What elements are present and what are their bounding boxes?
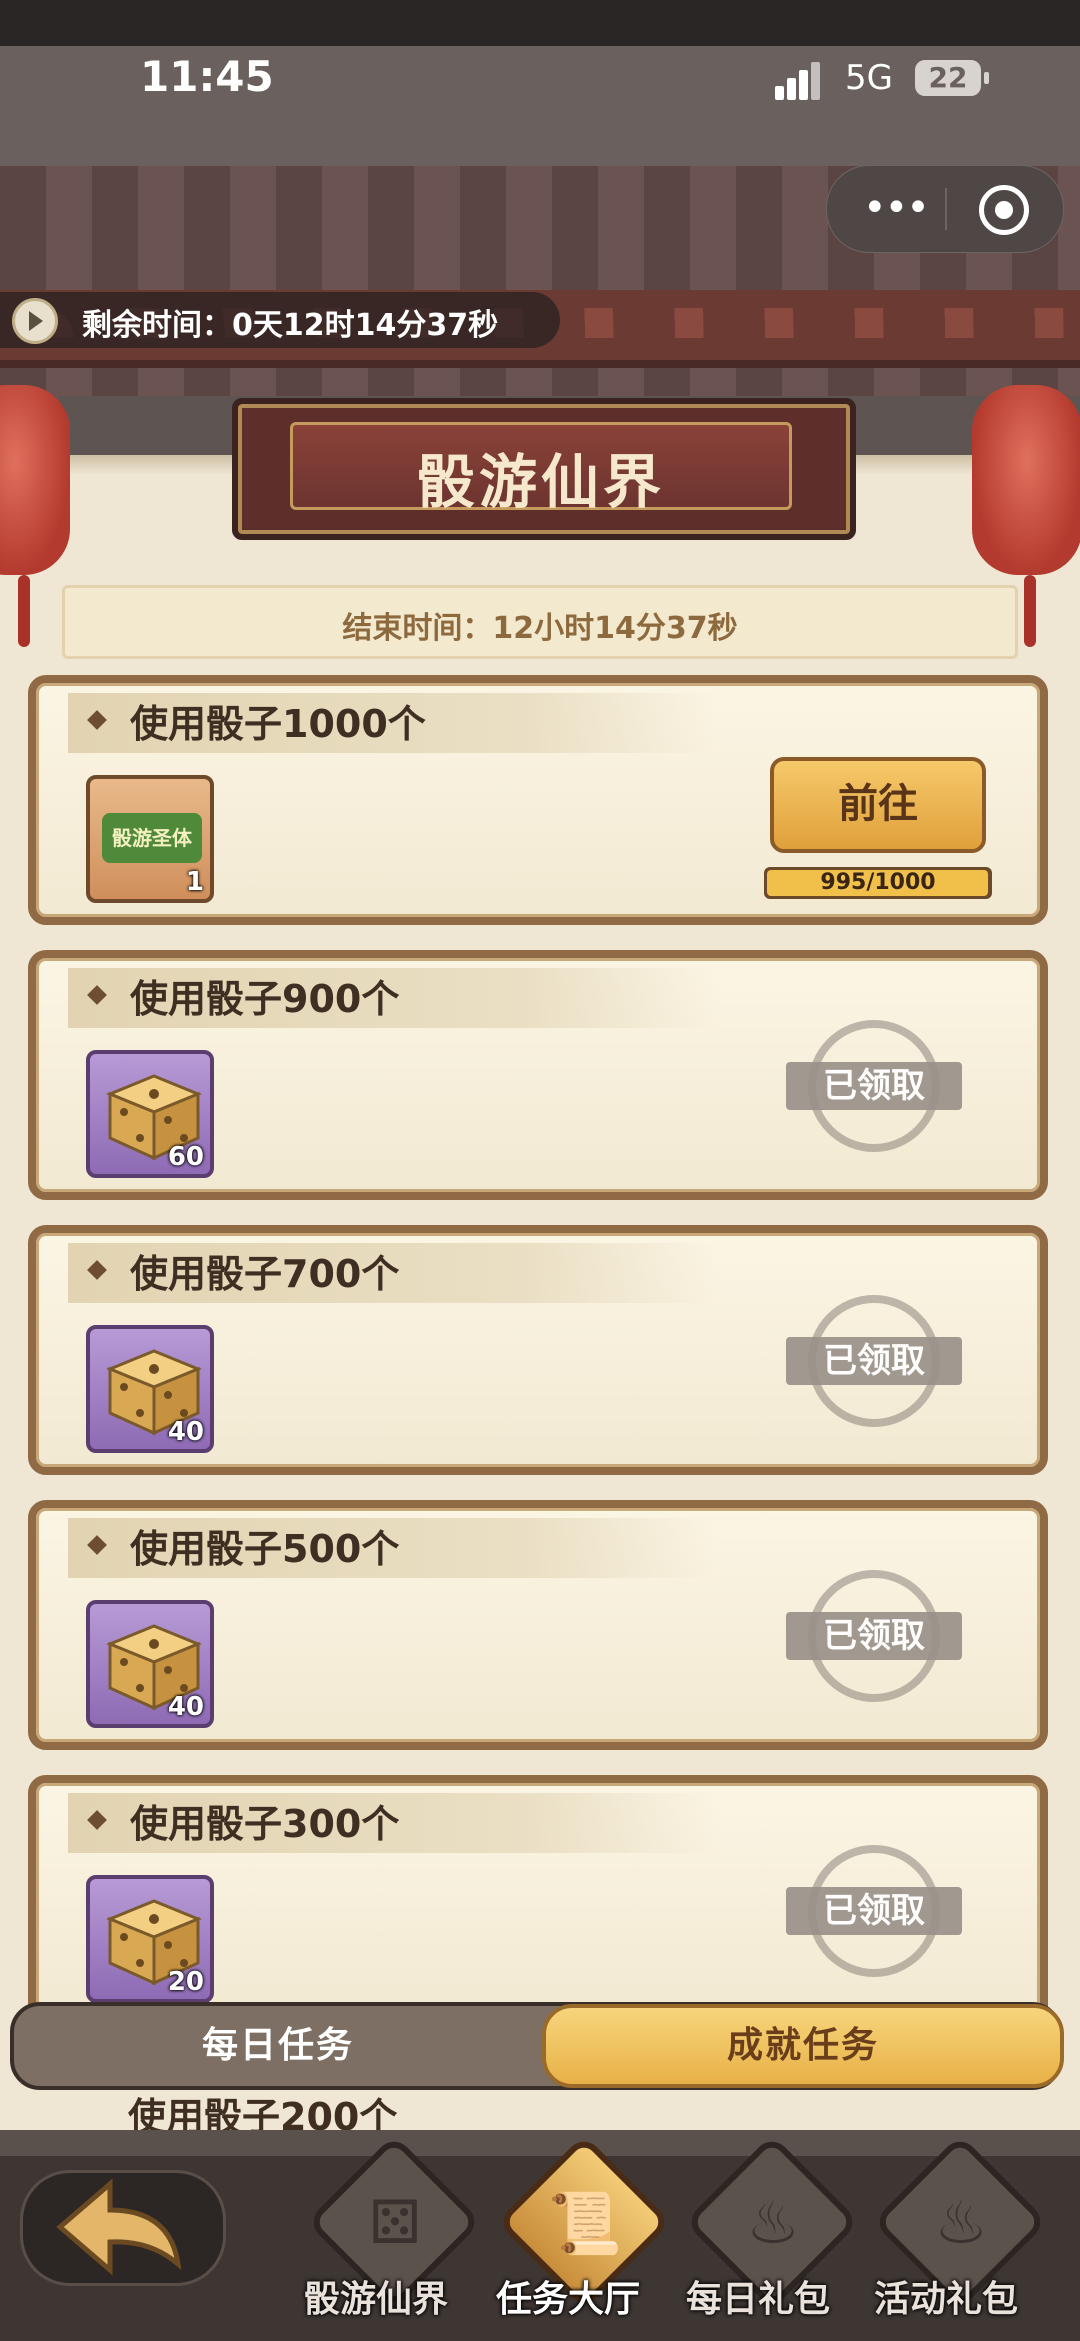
capsule-divider (945, 188, 947, 230)
reward-item[interactable]: 40 (86, 1600, 214, 1728)
reward-item[interactable]: 20 (86, 1875, 214, 2003)
status-time: 11:45 (140, 52, 274, 101)
lantern-left-icon (0, 385, 70, 647)
task-card: 使用骰子700个 40 已领取 (28, 1225, 1048, 1475)
task-name: 使用骰子1000个 (130, 702, 426, 746)
reward-quantity: 40 (167, 1417, 204, 1447)
claimed-label: 已领取 (786, 1887, 962, 1935)
task-card: 使用骰子500个 40 已领取 (28, 1500, 1048, 1750)
task-card: 使用骰子900个 60 已领取 (28, 950, 1048, 1200)
signal-icon (775, 62, 833, 100)
claimed-label: 已领取 (786, 1612, 962, 1660)
reward-item[interactable]: 骰游圣体 1 (86, 775, 214, 903)
lantern-right-icon (972, 385, 1080, 647)
nav-label-event-gift: 活动礼包 (874, 2279, 1019, 2320)
close-miniprogram-icon[interactable] (979, 185, 1029, 235)
dice-nav-icon: ⚄ (368, 2188, 422, 2258)
task-card: 使用骰子300个 20 已领取 (28, 1775, 1048, 2025)
play-clock-icon (12, 298, 58, 344)
progress-text: 995/1000 (820, 870, 936, 895)
task-card: 使用骰子1000个 骰游圣体 1 前往 995/1000 (28, 675, 1048, 925)
top-band (0, 0, 1080, 46)
end-time-text: 结束时间：12小时14分37秒 (342, 611, 738, 646)
reward-quantity: 60 (167, 1142, 204, 1172)
reward-quantity: 40 (167, 1692, 204, 1722)
gift-bag-icon: ♨ (746, 2188, 800, 2258)
page-title: 骰游仙界 (416, 448, 665, 516)
reward-quantity: 20 (167, 1967, 204, 1997)
tab-achievement-tasks[interactable]: 成就任务 (542, 2004, 1064, 2088)
end-time-bar: 结束时间：12小时14分37秒 (62, 585, 1018, 659)
claimed-stamp: 已领取 (786, 1020, 962, 1152)
task-name: 使用骰子300个 (130, 1802, 400, 1846)
back-button[interactable] (0, 2150, 226, 2300)
nav-label-daily-gift: 每日礼包 (686, 2279, 831, 2320)
go-button[interactable]: 前往 (770, 757, 986, 853)
back-arrow-icon (56, 2178, 182, 2276)
reward-item[interactable]: 60 (86, 1050, 214, 1178)
claimed-stamp: 已领取 (786, 1295, 962, 1427)
reward-quantity: 1 (185, 867, 204, 897)
partial-task-card: 使用骰子200个 (28, 2090, 1048, 2130)
task-name: 使用骰子200个 (128, 2095, 398, 2130)
task-tab-switcher: 每日任务 成就任务 (10, 2002, 1064, 2090)
network-type: 5G (845, 58, 893, 98)
reward-scroll-icon: 骰游圣体 (102, 813, 202, 863)
gift-bag-icon: ♨ (934, 2188, 988, 2258)
tab-daily-tasks[interactable]: 每日任务 (14, 2006, 542, 2086)
title-plaque: 骰游仙界 (232, 398, 856, 540)
nav-label-task-hall: 任务大厅 (496, 2279, 641, 2320)
more-menu-icon[interactable]: ••• (863, 188, 930, 228)
task-progress-bar: 995/1000 (764, 867, 992, 899)
claimed-stamp: 已领取 (786, 1845, 962, 1977)
remaining-time-bar: 剩余时间：0天12时14分37秒 (0, 292, 560, 348)
remaining-time-text: 剩余时间：0天12时14分37秒 (82, 308, 499, 343)
task-name: 使用骰子900个 (130, 977, 400, 1021)
battery-icon: 22 (915, 60, 989, 96)
task-name: 使用骰子500个 (130, 1527, 400, 1571)
nav-label-dice-world: 骰游仙界 (304, 2279, 449, 2320)
task-name: 使用骰子700个 (130, 1252, 400, 1296)
reward-item[interactable]: 40 (86, 1325, 214, 1453)
miniprogram-capsule: ••• (826, 165, 1064, 253)
claimed-label: 已领取 (786, 1062, 962, 1110)
claimed-label: 已领取 (786, 1337, 962, 1385)
claimed-stamp: 已领取 (786, 1570, 962, 1702)
scroll-nav-icon: 📜 (547, 2189, 623, 2259)
